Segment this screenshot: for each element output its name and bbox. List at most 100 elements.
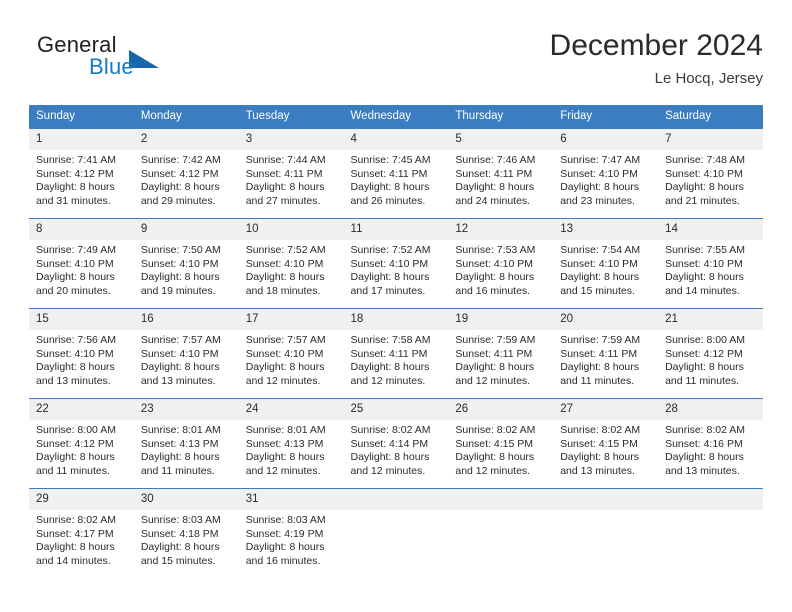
calendar-day-cell[interactable]: 23 Sunrise: 8:01 AM Sunset: 4:13 PM Dayligh… xyxy=(133,398,239,489)
daylight-text-line2: and 16 minutes. xyxy=(455,284,531,297)
calendar-day-cell[interactable]: 12 Sunrise: 7:53 AM Sunset: 4:10 PM Dayligh… xyxy=(448,218,554,309)
day-number: 12 xyxy=(448,219,554,240)
daylight-text-line1: Daylight: 8 hours xyxy=(245,361,325,374)
daylight-text-line2: and 11 minutes. xyxy=(560,374,635,387)
daylight-text-line1: Daylight: 8 hours xyxy=(245,271,325,284)
weekday-header-tuesday: Tuesday xyxy=(238,105,344,129)
weekday-header-saturday: Saturday xyxy=(658,105,763,129)
day-details: Sunrise: 7:56 AM Sunset: 4:10 PM Daylight:… xyxy=(29,330,134,388)
day-number: 3 xyxy=(238,129,344,150)
day-number: 9 xyxy=(133,219,239,240)
calendar-day-cell[interactable]: 30 Sunrise: 8:03 AM Sunset: 4:18 PM Dayligh… xyxy=(133,488,239,578)
daylight-text-line2: and 29 minutes. xyxy=(140,194,216,207)
calendar-day-cell[interactable]: 31 Sunrise: 8:03 AM Sunset: 4:19 PM Dayligh… xyxy=(238,488,344,578)
day-number: 21 xyxy=(658,309,763,330)
calendar-day-cell[interactable]: 1 Sunrise: 7:41 AM Sunset: 4:12 PM Daylight… xyxy=(29,128,134,219)
day-number xyxy=(553,489,659,510)
daylight-text-line2: and 12 minutes. xyxy=(455,464,531,477)
calendar-day-cell[interactable]: 4 Sunrise: 7:45 AM Sunset: 4:11 PM Daylight… xyxy=(343,128,449,219)
daylight-text-line1: Daylight: 8 hours xyxy=(36,361,115,374)
calendar-day-cell[interactable]: 13 Sunrise: 7:54 AM Sunset: 4:10 PM Dayligh… xyxy=(553,218,659,309)
sunset-text: Sunset: 4:15 PM xyxy=(455,437,534,450)
day-details: Sunrise: 7:58 AM Sunset: 4:11 PM Daylight:… xyxy=(344,330,449,388)
daylight-text-line2: and 26 minutes. xyxy=(350,194,426,207)
day-details: Sunrise: 7:57 AM Sunset: 4:10 PM Daylight:… xyxy=(134,330,239,388)
weekday-header-sunday: Sunday xyxy=(29,105,134,129)
sunset-text: Sunset: 4:11 PM xyxy=(455,167,533,180)
day-details: Sunrise: 7:42 AM Sunset: 4:12 PM Daylight:… xyxy=(134,150,239,208)
weekday-header-wednesday: Wednesday xyxy=(343,105,449,129)
sunrise-text: Sunrise: 8:02 AM xyxy=(665,424,746,436)
calendar-day-cell[interactable]: 3 Sunrise: 7:44 AM Sunset: 4:11 PM Daylight… xyxy=(238,128,344,219)
sunrise-text: Sunrise: 8:01 AM xyxy=(245,424,326,436)
calendar-day-cell[interactable]: 20 Sunrise: 7:59 AM Sunset: 4:11 PM Dayligh… xyxy=(553,308,659,399)
calendar-day-cell[interactable]: 16 Sunrise: 7:57 AM Sunset: 4:10 PM Dayligh… xyxy=(133,308,239,399)
day-details: Sunrise: 7:44 AM Sunset: 4:11 PM Daylight:… xyxy=(239,150,344,208)
daylight-text-line2: and 18 minutes. xyxy=(245,284,321,297)
calendar-day-cell[interactable]: 27 Sunrise: 8:02 AM Sunset: 4:15 PM Dayligh… xyxy=(553,398,659,489)
sunset-text: Sunset: 4:10 PM xyxy=(665,257,743,270)
sunrise-text: Sunrise: 7:44 AM xyxy=(245,154,326,166)
sunset-text: Sunset: 4:10 PM xyxy=(245,347,324,360)
daylight-text-line1: Daylight: 8 hours xyxy=(36,181,115,194)
day-details: Sunrise: 8:02 AM Sunset: 4:15 PM Daylight:… xyxy=(553,420,658,478)
sunset-text: Sunset: 4:11 PM xyxy=(245,167,323,180)
sunrise-text: Sunrise: 7:48 AM xyxy=(665,154,746,166)
daylight-text-line2: and 13 minutes. xyxy=(140,374,216,387)
sunset-text: Sunset: 4:15 PM xyxy=(560,437,638,450)
day-number: 2 xyxy=(133,129,239,150)
day-details: Sunrise: 7:52 AM Sunset: 4:10 PM Daylight:… xyxy=(344,240,449,298)
calendar-day-cell[interactable]: 2 Sunrise: 7:42 AM Sunset: 4:12 PM Daylight… xyxy=(133,128,239,219)
day-number: 26 xyxy=(448,399,554,420)
title-block: December 2024 Le Hocq, Jersey xyxy=(550,28,763,90)
calendar-day-cell[interactable]: 11 Sunrise: 7:52 AM Sunset: 4:10 PM Dayligh… xyxy=(343,218,449,309)
day-details: Sunrise: 8:00 AM Sunset: 4:12 PM Daylight:… xyxy=(658,330,763,388)
calendar-day-cell[interactable]: 8 Sunrise: 7:49 AM Sunset: 4:10 PM Daylight… xyxy=(29,218,134,309)
calendar-day-cell[interactable]: 26 Sunrise: 8:02 AM Sunset: 4:15 PM Dayligh… xyxy=(448,398,554,489)
calendar-day-cell[interactable]: 21 Sunrise: 8:00 AM Sunset: 4:12 PM Dayligh… xyxy=(658,308,763,399)
calendar-day-cell[interactable]: 24 Sunrise: 8:01 AM Sunset: 4:13 PM Dayligh… xyxy=(238,398,344,489)
sunrise-text: Sunrise: 7:58 AM xyxy=(350,334,431,346)
sunset-text: Sunset: 4:10 PM xyxy=(350,257,429,270)
sunrise-text: Sunrise: 8:01 AM xyxy=(140,424,221,436)
daylight-text-line2: and 19 minutes. xyxy=(140,284,216,297)
brand-logo[interactable]: General Blue xyxy=(29,32,259,90)
sunrise-text: Sunrise: 7:41 AM xyxy=(36,154,116,166)
calendar-day-cell[interactable]: 19 Sunrise: 7:59 AM Sunset: 4:11 PM Dayligh… xyxy=(448,308,554,399)
calendar-day-cell[interactable]: 17 Sunrise: 7:57 AM Sunset: 4:10 PM Dayligh… xyxy=(238,308,344,399)
day-details: Sunrise: 7:45 AM Sunset: 4:11 PM Daylight:… xyxy=(344,150,449,208)
sunrise-text: Sunrise: 7:57 AM xyxy=(245,334,326,346)
calendar-day-cell[interactable]: 18 Sunrise: 7:58 AM Sunset: 4:11 PM Dayligh… xyxy=(343,308,449,399)
calendar-day-cell[interactable]: 28 Sunrise: 8:02 AM Sunset: 4:16 PM Dayligh… xyxy=(658,398,763,489)
calendar-day-cell[interactable]: 5 Sunrise: 7:46 AM Sunset: 4:11 PM Daylight… xyxy=(448,128,554,219)
daylight-text-line2: and 13 minutes. xyxy=(560,464,635,477)
day-details: Sunrise: 7:49 AM Sunset: 4:10 PM Daylight:… xyxy=(29,240,134,298)
sunset-text: Sunset: 4:12 PM xyxy=(665,347,743,360)
sunrise-text: Sunrise: 7:54 AM xyxy=(560,244,641,256)
calendar-day-cell[interactable]: 22 Sunrise: 8:00 AM Sunset: 4:12 PM Dayligh… xyxy=(29,398,134,489)
calendar-day-cell[interactable]: 9 Sunrise: 7:50 AM Sunset: 4:10 PM Daylight… xyxy=(133,218,239,309)
calendar-day-cell[interactable]: 7 Sunrise: 7:48 AM Sunset: 4:10 PM Daylight… xyxy=(658,128,763,219)
calendar-week-row: 1 Sunrise: 7:41 AM Sunset: 4:12 PM Daylight… xyxy=(29,128,763,219)
calendar-day-cell[interactable]: 6 Sunrise: 7:47 AM Sunset: 4:10 PM Daylight… xyxy=(553,128,659,219)
calendar-day-cell[interactable]: 15 Sunrise: 7:56 AM Sunset: 4:10 PM Dayligh… xyxy=(29,308,134,399)
day-number: 16 xyxy=(133,309,239,330)
daylight-text-line2: and 11 minutes. xyxy=(140,464,215,477)
daylight-text-line2: and 12 minutes. xyxy=(455,374,531,387)
daylight-text-line1: Daylight: 8 hours xyxy=(36,541,115,554)
calendar-day-cell[interactable]: 29 Sunrise: 8:02 AM Sunset: 4:17 PM Dayligh… xyxy=(29,488,134,578)
daylight-text-line1: Daylight: 8 hours xyxy=(665,361,744,374)
daylight-text-line1: Daylight: 8 hours xyxy=(140,361,220,374)
sunrise-text: Sunrise: 7:55 AM xyxy=(665,244,746,256)
day-details: Sunrise: 7:59 AM Sunset: 4:11 PM Daylight:… xyxy=(553,330,658,388)
daylight-text-line1: Daylight: 8 hours xyxy=(560,271,640,284)
calendar-day-cell[interactable]: 14 Sunrise: 7:55 AM Sunset: 4:10 PM Dayligh… xyxy=(658,218,763,309)
day-number: 15 xyxy=(29,309,134,330)
weekday-header-monday: Monday xyxy=(133,105,239,129)
day-details: Sunrise: 7:52 AM Sunset: 4:10 PM Daylight:… xyxy=(239,240,344,298)
calendar-day-cell[interactable]: 25 Sunrise: 8:02 AM Sunset: 4:14 PM Dayligh… xyxy=(343,398,449,489)
calendar-day-cell[interactable]: 10 Sunrise: 7:52 AM Sunset: 4:10 PM Dayligh… xyxy=(238,218,344,309)
calendar-week-row: 22 Sunrise: 8:00 AM Sunset: 4:12 PM Dayligh… xyxy=(29,398,763,489)
day-number xyxy=(658,489,763,510)
daylight-text-line1: Daylight: 8 hours xyxy=(560,361,640,374)
